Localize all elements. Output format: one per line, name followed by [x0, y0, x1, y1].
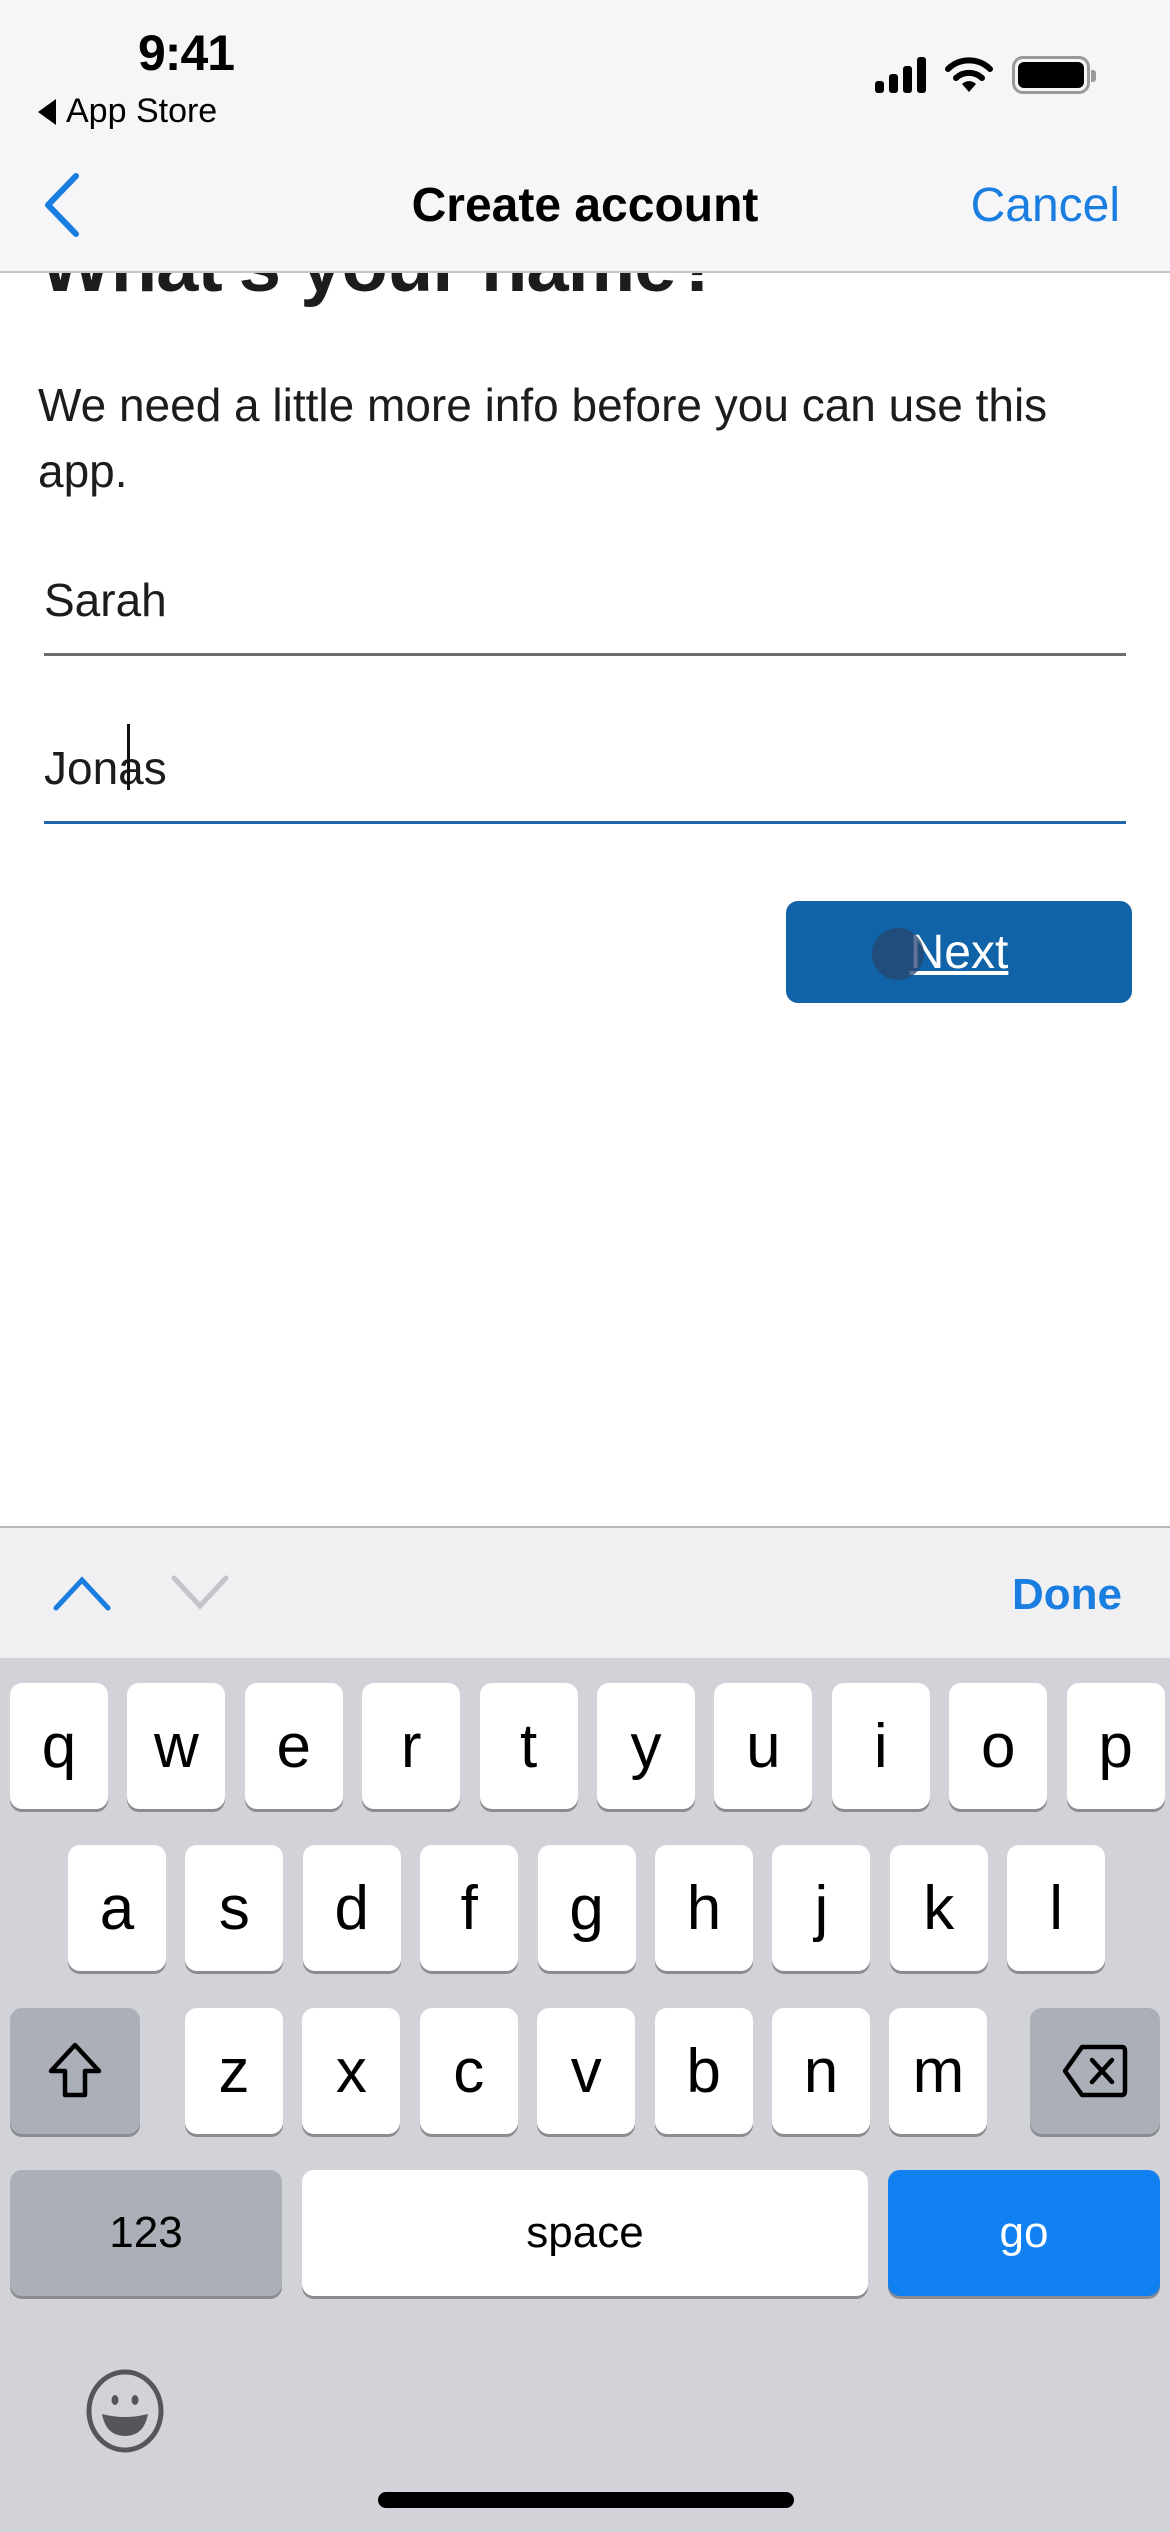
wifi-icon	[945, 57, 993, 92]
key-h[interactable]: h	[655, 1845, 753, 1971]
top-bar: 9:41 App Store Create account Cancel	[0, 0, 1170, 273]
key-t[interactable]: t	[479, 1683, 578, 1809]
space-key-label: space	[526, 2208, 644, 2257]
numbers-key[interactable]: 123	[10, 2170, 282, 2296]
key-m[interactable]: m	[889, 2008, 988, 2134]
key-y[interactable]: y	[597, 1683, 695, 1809]
go-key[interactable]: go	[888, 2170, 1160, 2296]
key-l[interactable]: l	[1007, 1845, 1106, 1971]
key-a[interactable]: a	[68, 1845, 166, 1971]
status-icons	[875, 56, 1096, 94]
key-x[interactable]: x	[302, 2008, 401, 2134]
key-r-label: r	[400, 1711, 422, 1781]
key-o-label: o	[980, 1711, 1016, 1781]
key-g-label: g	[569, 1873, 604, 1943]
first-name-field[interactable]	[44, 536, 1126, 656]
key-m-label: m	[912, 2036, 965, 2106]
key-c-label: c	[453, 2036, 485, 2106]
key-q[interactable]: q	[10, 1683, 108, 1809]
chevron-up-icon[interactable]	[52, 1568, 112, 1618]
key-s[interactable]: s	[185, 1845, 284, 1971]
space-key[interactable]: space	[302, 2170, 868, 2296]
key-j-label: j	[814, 1873, 829, 1943]
status-time: 9:41	[138, 25, 235, 81]
key-i[interactable]: i	[831, 1683, 930, 1809]
key-f[interactable]: f	[420, 1845, 519, 1971]
key-x-label: x	[335, 2036, 367, 2106]
key-p-label: p	[1098, 1711, 1133, 1781]
go-key-label: go	[999, 2208, 1049, 2257]
key-v[interactable]: v	[537, 2008, 636, 2134]
keyboard-accessory-bar: Done	[0, 1526, 1170, 1658]
subtitle: We need a little more info before you ca…	[38, 379, 1048, 497]
key-z[interactable]: z	[185, 2008, 283, 2134]
key-b-label: b	[686, 2036, 721, 2106]
key-o[interactable]: o	[949, 1683, 1048, 1809]
key-g[interactable]: g	[537, 1845, 636, 1971]
numbers-key-label: 123	[109, 2208, 183, 2257]
backspace-icon	[1062, 2044, 1128, 2098]
key-l-label: l	[1049, 1873, 1064, 1943]
key-w[interactable]: w	[127, 1683, 226, 1809]
key-r[interactable]: r	[362, 1683, 461, 1809]
key-b[interactable]: b	[654, 2008, 753, 2134]
key-d[interactable]: d	[302, 1845, 401, 1971]
key-a-label: a	[99, 1873, 135, 1943]
battery-icon	[1012, 56, 1096, 94]
home-indicator	[378, 2492, 794, 2508]
key-n[interactable]: n	[772, 2008, 870, 2134]
key-d-label: d	[334, 1873, 370, 1943]
shift-key[interactable]	[10, 2008, 140, 2134]
key-f-label: f	[460, 1873, 478, 1943]
done-button[interactable]: Done	[1012, 1570, 1122, 1620]
key-u-label: u	[746, 1711, 781, 1781]
next-button[interactable]: Next	[786, 901, 1132, 1003]
chevron-down-icon[interactable]	[170, 1568, 230, 1618]
key-t-label: t	[519, 1711, 538, 1781]
emoji-icon[interactable]	[82, 2368, 168, 2454]
cancel-button[interactable]: Cancel	[971, 178, 1120, 233]
key-q-label: q	[41, 1711, 77, 1781]
last-name-input[interactable]	[44, 704, 1126, 821]
text-cursor	[127, 724, 130, 790]
chevron-left-icon[interactable]	[40, 170, 90, 240]
key-h-label: h	[686, 1873, 722, 1943]
key-u[interactable]: u	[714, 1683, 813, 1809]
key-p[interactable]: p	[1066, 1683, 1165, 1809]
cellular-signal-icon	[875, 57, 926, 93]
key-v-label: v	[570, 2036, 602, 2106]
back-triangle-icon	[38, 98, 56, 125]
delete-key[interactable]	[1030, 2008, 1160, 2134]
key-c[interactable]: c	[419, 2008, 518, 2134]
key-w-label: w	[154, 1711, 199, 1781]
key-e[interactable]: e	[244, 1683, 343, 1809]
key-e-label: e	[276, 1711, 312, 1781]
back-app-label: App Store	[66, 92, 218, 130]
key-n-label: n	[803, 2036, 839, 2106]
back-to-app-link[interactable]: App Store	[38, 92, 217, 131]
key-z-label: z	[218, 2036, 250, 2106]
key-k[interactable]: k	[889, 1845, 988, 1971]
key-k-label: k	[923, 1873, 955, 1943]
last-name-field[interactable]	[44, 704, 1126, 824]
key-j[interactable]: j	[772, 1845, 871, 1971]
shift-icon	[48, 2042, 102, 2098]
first-name-input[interactable]	[44, 536, 1126, 653]
key-i-label: i	[873, 1711, 888, 1781]
key-s-label: s	[218, 1873, 250, 1943]
key-y-label: y	[630, 1711, 662, 1781]
